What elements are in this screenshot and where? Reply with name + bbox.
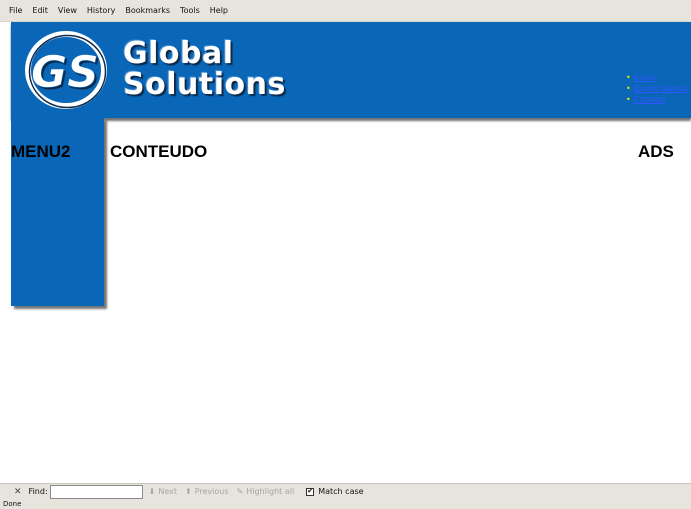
find-next-label: Next (158, 487, 177, 496)
highlight-all-label: Highlight all (246, 487, 295, 496)
gs-logo: GS GS GS (25, 31, 107, 109)
arrow-down-icon: ⬇ (148, 487, 156, 496)
status-text: Done (3, 500, 22, 508)
menu-view[interactable]: View (58, 6, 77, 15)
find-previous-button[interactable]: ⬆ Previous (185, 487, 229, 496)
left-sidebar: MENU2 (11, 118, 104, 306)
ads-title: ADS (638, 142, 674, 161)
nav-link-quem-somos[interactable]: Quem Somos (634, 84, 687, 93)
svg-text:GS: GS (31, 47, 99, 98)
find-previous-label: Previous (194, 487, 229, 496)
find-input[interactable] (49, 484, 143, 499)
menu-file[interactable]: File (9, 6, 22, 15)
menu-bar: File Edit View History Bookmarks Tools H… (0, 0, 691, 22)
nav-link-inicio[interactable]: Inicio (634, 73, 655, 82)
arrow-up-icon: ⬆ (184, 487, 192, 496)
find-label: Find: (28, 487, 48, 496)
nav-item-quem-somos: • Quem Somos (626, 84, 688, 93)
menu-history[interactable]: History (87, 6, 115, 15)
status-bar: Done (0, 499, 691, 509)
nav-item-contato: • Contato (626, 95, 666, 104)
nav-item-inicio: • Inicio (626, 73, 655, 82)
menu-bookmarks[interactable]: Bookmarks (125, 6, 170, 15)
menu-help[interactable]: Help (210, 6, 228, 15)
site-header: GS GS GS Global Solutions •Inicio •Quem … (11, 22, 691, 118)
highlighter-icon: ✎ (236, 487, 244, 496)
find-next-button[interactable]: ⬇ Next (149, 487, 177, 496)
highlight-all-button[interactable]: ✎ Highlight all (237, 487, 295, 496)
match-case-checkbox[interactable]: ✔ (306, 487, 315, 496)
match-case-label[interactable]: Match case (318, 487, 363, 496)
find-bar: ✕ Find: ⬇ Next ⬆ Previous ✎ Highlight al… (0, 483, 691, 499)
content-title: CONTEUDO (110, 142, 208, 161)
brand-line-1: Global (123, 36, 234, 71)
menu-edit[interactable]: Edit (32, 6, 48, 15)
top-nav: • Inicio • Quem Somos • Contato (626, 72, 687, 105)
sidebar-title: MENU2 (11, 142, 71, 161)
nav-link-contato[interactable]: Contato (634, 95, 666, 104)
brand-name: Global Solutions (123, 38, 286, 100)
menu-tools[interactable]: Tools (180, 6, 200, 15)
close-icon[interactable]: ✕ (14, 487, 22, 497)
brand-line-2: Solutions (123, 67, 286, 102)
